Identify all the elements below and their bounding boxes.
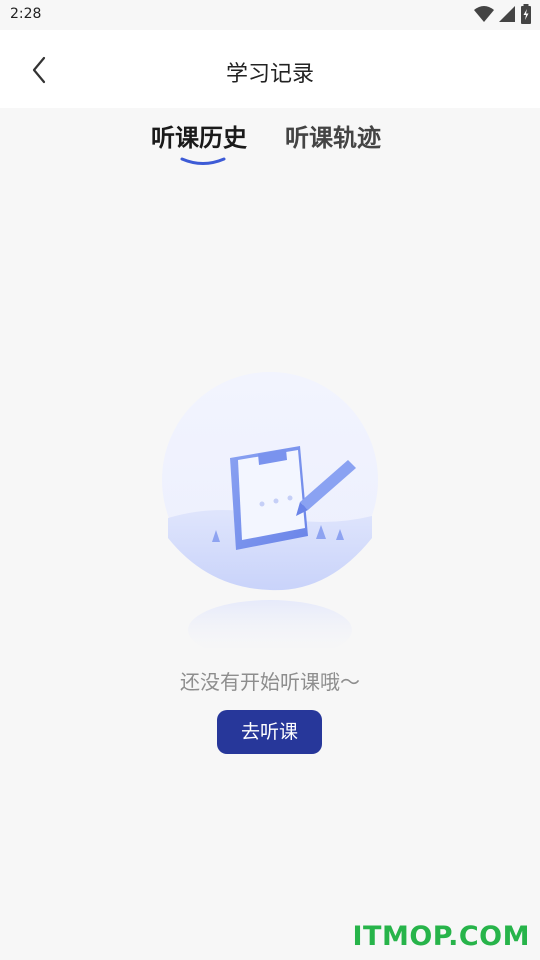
status-icons: [474, 4, 532, 24]
tab-listening-history[interactable]: 听课历史: [151, 118, 247, 153]
status-bar: 2:28: [0, 0, 540, 30]
status-time: 2:28: [10, 6, 42, 22]
wifi-icon: [474, 6, 494, 22]
empty-state-message: 还没有开始听课哦～: [180, 670, 360, 694]
tab-active-indicator: [180, 157, 226, 165]
tab-listening-track[interactable]: 听课轨迹: [285, 118, 381, 153]
go-listen-button[interactable]: 去听课: [217, 710, 322, 754]
signal-icon: [499, 6, 515, 22]
header: 学习记录: [0, 30, 540, 108]
tab-bar: 听课历史 听课轨迹: [0, 118, 540, 178]
page-title: 学习记录: [225, 62, 314, 87]
watermark: ITMOP.COM: [352, 921, 530, 952]
empty-state-illustration: [162, 372, 378, 648]
battery-icon: [521, 4, 531, 24]
illustration-shadow: [188, 600, 352, 648]
clipboard-icon: [230, 446, 308, 550]
